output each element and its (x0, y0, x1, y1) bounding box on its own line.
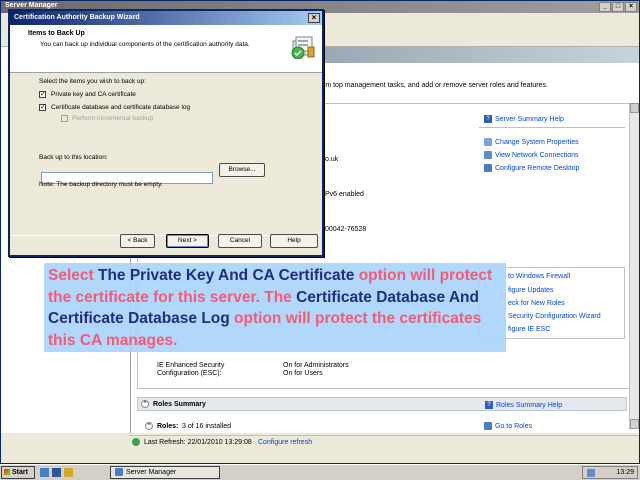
roles-icon (484, 422, 492, 430)
minimize-button[interactable]: _ (599, 2, 611, 12)
start-label: Start (12, 469, 28, 476)
collapse-icon[interactable]: ^ (141, 400, 149, 408)
next-button[interactable]: Next > (166, 234, 209, 248)
backup-wizard-icon (291, 36, 315, 59)
configure-updates-link[interactable]: figure Updates (508, 287, 554, 294)
certificate-database-checkbox[interactable]: ✓ (39, 104, 46, 111)
wizard-close-button[interactable]: × (308, 13, 320, 23)
computer-icon (484, 138, 492, 146)
check-for-new-roles-link[interactable]: eck for New Roles (508, 300, 565, 307)
roles-summary-help-link[interactable]: ? Roles Summary Help (485, 401, 562, 409)
view-network-connections-link[interactable]: View Network Connections (484, 151, 579, 159)
location-label: Back up to this location: (39, 154, 108, 161)
network-icon (484, 151, 492, 159)
task-server-manager-label: Server Manager (126, 469, 177, 476)
clock: 13:29 (616, 469, 634, 476)
wizard-subheading: You can back up individual components of… (40, 41, 250, 48)
network-tray-icon[interactable] (587, 469, 595, 477)
roles-row: ^ Roles: 3 of 16 installed Go to Roles (137, 419, 627, 433)
divider (479, 127, 625, 128)
server-manager-title: Server Manager (5, 2, 58, 9)
configure-remote-desktop-link[interactable]: Configure Remote Desktop (484, 164, 579, 172)
go-to-windows-firewall-link[interactable]: to Windows Firewall (508, 273, 570, 280)
roles-summary-help-label: Roles Summary Help (496, 401, 563, 409)
browse-button[interactable]: Browse... (219, 163, 265, 177)
ipv6-value: Pv6 enabled (325, 191, 364, 198)
wizard-heading: Items to Back Up (28, 30, 85, 37)
configure-remote-desktop-label: Configure Remote Desktop (495, 164, 580, 172)
roles-summary-title: Roles Summary (153, 401, 206, 408)
incremental-backup-checkbox (61, 115, 68, 122)
ie-esc-admins: On for Administrators (283, 362, 349, 369)
help-button[interactable]: Help (270, 234, 318, 248)
server-summary-help-link[interactable]: ? Server Summary Help (484, 115, 564, 123)
product-id-value: 00042-76528 (325, 226, 367, 233)
maximize-button[interactable]: □ (612, 2, 624, 12)
quick-launch-explorer-icon[interactable] (64, 468, 73, 477)
private-key-label: Private key and CA certificate (51, 91, 136, 98)
go-to-roles-label: Go to Roles (495, 422, 532, 430)
close-button[interactable]: × (625, 2, 637, 12)
task-server-manager[interactable]: Server Manager (110, 466, 220, 479)
windows-logo-icon (4, 469, 10, 476)
quick-launch-powershell-icon[interactable] (52, 468, 61, 477)
incremental-backup-label: Perform incremental backup (72, 115, 154, 122)
go-to-roles-link[interactable]: Go to Roles (484, 422, 532, 430)
configure-refresh-link[interactable]: Configure refresh (258, 439, 312, 446)
taskbar: Start Server Manager 13:29 (0, 464, 640, 480)
last-refresh: Last Refresh: 22/01/2010 13:29:08 (144, 439, 252, 446)
remote-desktop-icon (484, 164, 492, 172)
refresh-icon[interactable] (132, 438, 140, 446)
caption-text-1: Select (48, 267, 98, 284)
ie-esc-label: IE Enhanced Security Configuration (ESC)… (157, 362, 225, 377)
cancel-button[interactable]: Cancel (218, 234, 262, 248)
server-manager-icon (115, 468, 123, 477)
wizard-titlebar[interactable]: Certification Authority Backup Wizard × (10, 11, 322, 25)
wizard-title: Certification Authority Backup Wizard (14, 14, 140, 21)
domain-value: o.uk (325, 156, 339, 163)
select-items-label: Select the items you wish to back up: (39, 78, 146, 85)
scroll-up-button[interactable] (630, 103, 639, 113)
run-security-config-wizard-link[interactable]: Security Configuration Wizard (508, 313, 601, 320)
scroll-down-button[interactable] (630, 419, 639, 429)
help-icon: ? (484, 115, 492, 123)
caption-text-2: The Private Key And CA Certificate (97, 267, 355, 284)
certificate-database-label: Certificate database and certificate dat… (51, 104, 191, 111)
roles-label: Roles: (157, 423, 179, 430)
start-button[interactable]: Start (1, 466, 35, 479)
change-system-properties-label: Change System Properties (495, 138, 579, 146)
vertical-scrollbar[interactable] (629, 103, 639, 429)
quick-launch-server-manager-icon[interactable] (40, 468, 49, 477)
roles-count: 3 of 16 installed (182, 423, 232, 430)
server-manager-description: rm top management tasks, and add or remo… (323, 82, 548, 89)
tutorial-caption: Select The Private Key And CA Certificat… (44, 263, 506, 352)
help-icon: ? (485, 401, 493, 409)
private-key-checkbox[interactable]: ✓ (39, 91, 46, 98)
backup-wizard-dialog: Certification Authority Backup Wizard × … (8, 9, 324, 257)
status-bar: Last Refresh: 22/01/2010 13:29:08 Config… (129, 435, 639, 448)
server-summary-help-label: Server Summary Help (495, 115, 564, 123)
back-button[interactable]: < Back (120, 234, 155, 248)
backup-note: Note: The backup directory must be empty… (39, 181, 163, 188)
collapse-icon[interactable]: ^ (145, 422, 153, 430)
roles-summary-header[interactable]: ^ Roles Summary ? Roles Summary Help (137, 397, 627, 411)
ie-esc-users: On for Users (283, 370, 323, 377)
change-system-properties-link[interactable]: Change System Properties (484, 138, 579, 146)
system-tray: 13:29 (582, 466, 638, 479)
view-network-connections-label: View Network Connections (495, 151, 579, 159)
configure-ie-esc-link[interactable]: figure IE ESC (508, 326, 550, 333)
